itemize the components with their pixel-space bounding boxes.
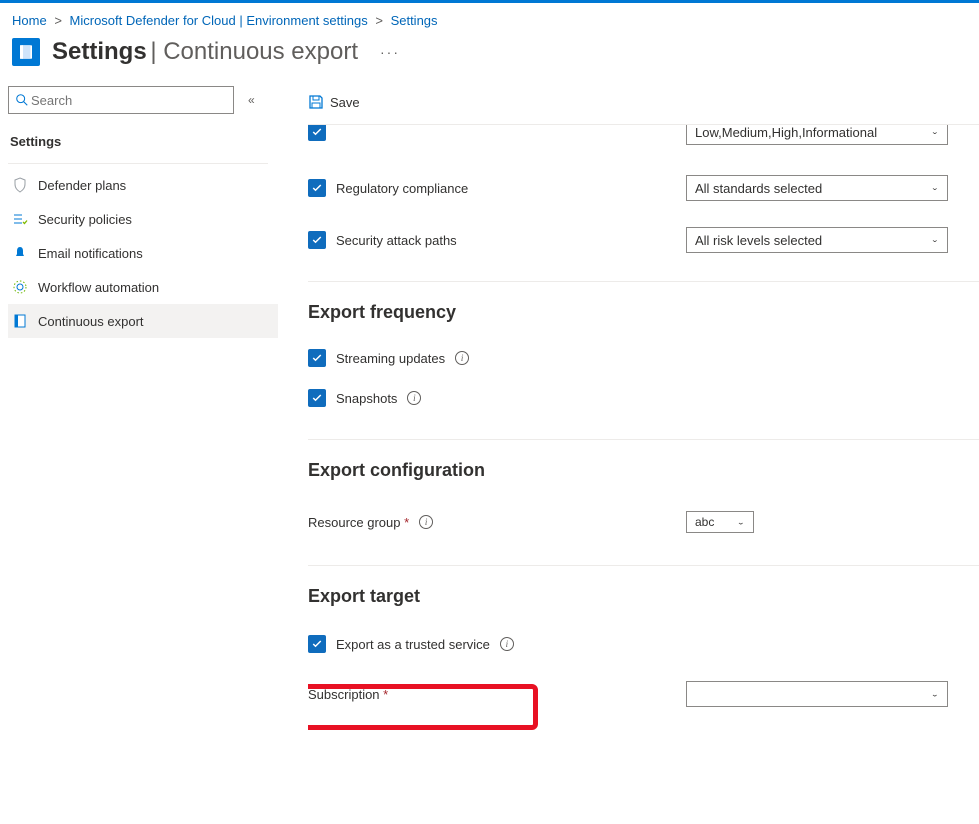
gear-icon [12, 279, 28, 295]
page-header: Settings | Continuous export ··· [0, 34, 979, 80]
page-title: Settings [52, 38, 147, 65]
list-check-icon [12, 211, 28, 227]
save-button-label: Save [330, 95, 360, 110]
sidebar-item-email-notifications[interactable]: Email notifications [8, 236, 278, 270]
chevron-down-icon: ⌄ [931, 236, 939, 244]
regulatory-compliance-checkbox[interactable] [308, 179, 326, 197]
bell-icon [12, 245, 28, 261]
sidebar-item-label: Continuous export [38, 314, 144, 329]
chevron-down-icon: ⌄ [931, 184, 939, 192]
breadcrumb-settings[interactable]: Settings [391, 13, 438, 28]
subscription-label: Subscription * [308, 687, 388, 702]
toolbar: Save [308, 80, 979, 124]
info-icon[interactable]: i [407, 391, 421, 405]
streaming-updates-label: Streaming updates [336, 351, 445, 366]
info-icon[interactable]: i [419, 515, 433, 529]
dropdown-value: Low,Medium,High,Informational [695, 125, 877, 140]
sidebar-item-label: Defender plans [38, 178, 126, 193]
streaming-updates-checkbox[interactable] [308, 349, 326, 367]
chevron-right-icon: > [54, 13, 62, 28]
dropdown-value: All risk levels selected [695, 233, 822, 248]
search-field[interactable] [29, 92, 227, 109]
sidebar-item-defender-plans[interactable]: Defender plans [8, 168, 278, 202]
security-attack-paths-checkbox[interactable] [308, 231, 326, 249]
info-icon[interactable]: i [500, 637, 514, 651]
snapshots-checkbox[interactable] [308, 389, 326, 407]
risk-levels-dropdown[interactable]: All risk levels selected ⌄ [686, 227, 948, 253]
settings-page-icon [12, 38, 40, 66]
dropdown-value: All standards selected [695, 181, 822, 196]
shield-icon [12, 177, 28, 193]
sidebar: « Settings Defender plans Security polic… [0, 80, 278, 803]
resource-group-dropdown[interactable]: abc ⌄ [686, 511, 754, 533]
save-button[interactable]: Save [308, 94, 360, 110]
regulatory-compliance-label: Regulatory compliance [336, 181, 468, 196]
chevron-down-icon: ⌄ [737, 518, 745, 526]
sidebar-item-workflow-automation[interactable]: Workflow automation [8, 270, 278, 304]
snapshots-label: Snapshots [336, 391, 397, 406]
page-subtitle: | Continuous export [150, 38, 358, 65]
subscription-dropdown[interactable]: ⌄ [686, 681, 948, 707]
search-icon [15, 93, 29, 107]
breadcrumb-home[interactable]: Home [12, 13, 47, 28]
trusted-service-label: Export as a trusted service [336, 637, 490, 652]
sidebar-item-label: Security policies [38, 212, 132, 227]
main-content: x Low,Medium,High,Informational ⌄ Regula… [308, 125, 979, 803]
info-icon[interactable]: i [455, 351, 469, 365]
sidebar-item-label: Workflow automation [38, 280, 159, 295]
sidebar-section-label: Settings [8, 124, 278, 157]
more-actions-button[interactable]: ··· [380, 44, 400, 60]
chevron-down-icon: ⌄ [931, 128, 939, 136]
collapse-sidebar-button[interactable]: « [248, 93, 255, 107]
standards-dropdown[interactable]: All standards selected ⌄ [686, 175, 948, 201]
chevron-right-icon: > [375, 13, 383, 28]
search-input[interactable] [8, 86, 234, 114]
sidebar-item-security-policies[interactable]: Security policies [8, 202, 278, 236]
chevron-down-icon: ⌄ [931, 690, 939, 698]
save-icon [308, 94, 324, 110]
severity-dropdown[interactable]: Low,Medium,High,Informational ⌄ [686, 125, 948, 145]
export-frequency-title: Export frequency [308, 282, 979, 333]
sidebar-item-label: Email notifications [38, 246, 143, 261]
breadcrumb: Home > Microsoft Defender for Cloud | En… [0, 3, 979, 34]
checkbox[interactable] [308, 125, 326, 141]
export-icon [12, 313, 28, 329]
dropdown-value: abc [695, 515, 714, 529]
export-configuration-title: Export configuration [308, 440, 979, 491]
security-attack-paths-label: Security attack paths [336, 233, 457, 248]
divider [8, 163, 268, 164]
trusted-service-checkbox[interactable] [308, 635, 326, 653]
resource-group-label: Resource group * [308, 515, 409, 530]
sidebar-item-continuous-export[interactable]: Continuous export [8, 304, 278, 338]
export-target-title: Export target [308, 566, 979, 617]
breadcrumb-defender[interactable]: Microsoft Defender for Cloud | Environme… [70, 13, 368, 28]
